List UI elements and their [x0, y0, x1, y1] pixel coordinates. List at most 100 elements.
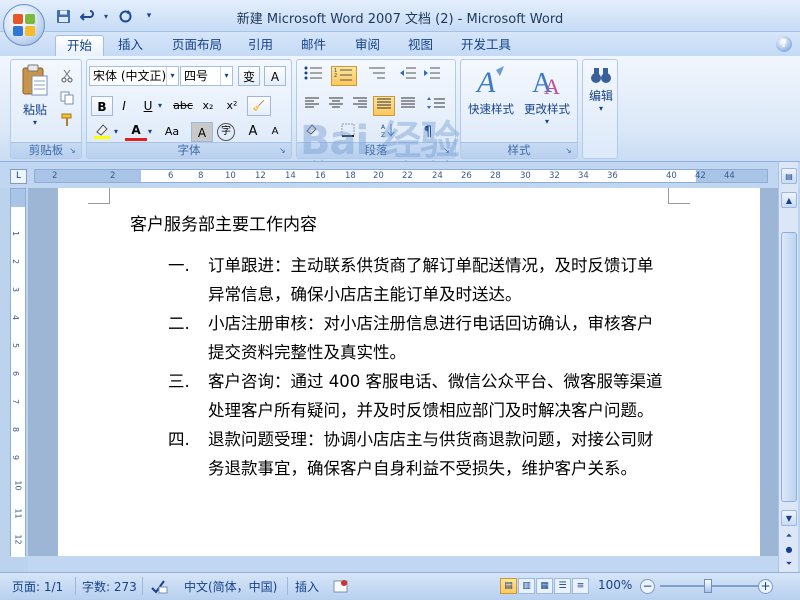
cut-icon[interactable]	[57, 66, 77, 86]
ruler-number: 6	[168, 171, 174, 181]
outline-view-icon[interactable]: ☰	[554, 578, 571, 594]
macro-recording-icon[interactable]	[333, 578, 349, 597]
v-ruler-number: 1	[11, 230, 21, 237]
list-item[interactable]: 一. 订单跟进：主动联系供货商了解订单配送情况，及时反馈订单异常信息，确保小店店…	[168, 251, 668, 309]
change-styles-button[interactable]: A A 更改样式 ▾	[519, 64, 575, 126]
v-ruler-number: 10	[13, 480, 23, 491]
help-icon[interactable]: ?	[776, 36, 792, 52]
status-separator	[142, 577, 143, 595]
change-styles-dropdown-icon: ▾	[544, 117, 549, 126]
italic-button[interactable]: I	[113, 96, 135, 116]
styles-group-label: 样式	[461, 142, 577, 158]
zoom-out-icon[interactable]: −	[640, 579, 655, 594]
list-text: 客户咨询：通过 400 客服电话、微信公众平台、微客服等渠道处理客户所有疑问，并…	[208, 372, 663, 420]
full-screen-reading-view-icon[interactable]: ▥	[518, 578, 535, 594]
grow-font-button[interactable]: A	[242, 122, 264, 142]
styles-launcher-icon[interactable]: ↘	[565, 146, 575, 156]
tab-selector[interactable]: L	[10, 169, 27, 184]
zoom-in-icon[interactable]: +	[758, 579, 773, 594]
numbering-icon[interactable]: 12	[331, 66, 357, 86]
status-bar: 页面: 1/1 字数: 273 中文(简体，中国) 插入 ▤ ▥ ▦ ☰ ≡ 1…	[0, 572, 800, 600]
zoom-slider-thumb[interactable]	[704, 579, 712, 593]
svg-text:A: A	[475, 66, 496, 98]
tab-page-layout[interactable]: 页面布局	[161, 35, 233, 56]
draft-view-icon[interactable]: ≡	[572, 578, 589, 594]
list-item[interactable]: 二. 小店注册审核：对小店注册信息进行电话回访确认，审核客户提交资料完整性及真实…	[168, 309, 668, 367]
highlight-icon[interactable]	[91, 122, 113, 142]
ruler-number: 20	[373, 171, 384, 181]
ruler-number: 32	[549, 171, 560, 181]
bullets-icon[interactable]	[301, 66, 327, 86]
decrease-indent-icon[interactable]	[397, 66, 419, 86]
list-item[interactable]: 三. 客户咨询：通过 400 客服电话、微信公众平台、微客服等渠道处理客户所有疑…	[168, 367, 668, 425]
multilevel-list-icon[interactable]	[363, 66, 391, 86]
change-case-button[interactable]: Aa	[159, 122, 185, 142]
char-border-a-button[interactable]: A	[264, 66, 286, 86]
window-title: 新建 Microsoft Word 2007 文档 (2) - Microsof…	[236, 12, 564, 27]
paste-button[interactable]: 粘贴 ▾	[15, 64, 55, 127]
clipboard-group: 粘贴 ▾ 剪贴板 ↘	[10, 59, 82, 159]
quick-styles-button[interactable]: A 快速样式	[465, 64, 517, 117]
scroll-up-icon[interactable]: ▲	[781, 192, 797, 208]
tab-references[interactable]: 引用	[237, 35, 284, 56]
next-page-icon[interactable]: ⏷	[781, 556, 797, 572]
highlight-dropdown-icon[interactable]: ▾	[111, 122, 121, 142]
word-count[interactable]: 字数: 273	[82, 578, 137, 595]
font-name-combo[interactable]: 宋体 (中文正) ▾	[89, 66, 179, 86]
editing-button[interactable]: 编辑 ▾	[585, 66, 617, 113]
document-heading[interactable]: 客户服务部主要工作内容	[130, 210, 317, 235]
bold-button[interactable]: B	[91, 96, 113, 116]
phonetic-guide-button[interactable]: 变	[238, 66, 260, 86]
ruler-toggle-icon[interactable]: ▤	[781, 168, 797, 184]
ribbon-tabs: 开始 插入 页面布局 引用 邮件 审阅 视图 开发工具 ?	[0, 32, 800, 56]
scroll-thumb[interactable]	[781, 232, 797, 502]
increase-indent-icon[interactable]	[421, 66, 443, 86]
tab-insert[interactable]: 插入	[107, 35, 154, 56]
shrink-font-button[interactable]: A	[264, 122, 286, 142]
ruler-number: 28	[490, 171, 501, 181]
copy-icon[interactable]	[57, 88, 77, 108]
web-layout-view-icon[interactable]: ▦	[536, 578, 553, 594]
v-ruler-number: 3	[11, 286, 21, 293]
font-size-combo[interactable]: 四号 ▾	[180, 66, 233, 86]
page-count[interactable]: 页面: 1/1	[12, 578, 63, 595]
tab-developer[interactable]: 开发工具	[450, 35, 522, 56]
vertical-scrollbar[interactable]: ▤ ▲ ▼ ⏶ ● ⏷	[778, 162, 798, 578]
print-layout-view-icon[interactable]: ▤	[500, 578, 517, 594]
v-ruler-number: 5	[11, 342, 21, 349]
scroll-down-icon[interactable]: ▼	[781, 510, 797, 526]
zoom-level[interactable]: 100%	[598, 578, 632, 592]
v-ruler-number: 7	[11, 398, 21, 405]
svg-text:2: 2	[334, 73, 337, 79]
list-item[interactable]: 四. 退款问题受理：协调小店店主与供货商退款问题，对接公司财务退款事宜，确保客户…	[168, 425, 668, 483]
font-size-dropdown-icon[interactable]: ▾	[220, 67, 232, 85]
format-painter-icon[interactable]	[57, 110, 77, 130]
strikethrough-button[interactable]: abc	[169, 96, 197, 116]
font-name-dropdown-icon[interactable]: ▾	[166, 67, 178, 85]
underline-dropdown-icon[interactable]: ▾	[155, 96, 165, 116]
vertical-ruler[interactable]: 1 2 3 4 5 6 7 8 9 10 11 12	[10, 188, 26, 557]
clipboard-launcher-icon[interactable]: ↘	[69, 146, 79, 156]
font-color-dropdown-icon[interactable]: ▾	[145, 122, 155, 142]
document-page[interactable]: 客户服务部主要工作内容 一. 订单跟进：主动联系供货商了解订单配送情况，及时反馈…	[58, 188, 760, 556]
font-color-button[interactable]: A	[125, 122, 147, 141]
clear-formatting-icon[interactable]: 🧹	[247, 96, 271, 116]
status-separator	[75, 577, 76, 595]
tab-review[interactable]: 审阅	[344, 35, 391, 56]
insert-mode[interactable]: 插入	[295, 578, 319, 595]
char-shading-button[interactable]: A	[191, 122, 213, 142]
superscript-button[interactable]: x²	[221, 96, 243, 116]
tab-view[interactable]: 视图	[397, 35, 444, 56]
tab-home[interactable]: 开始	[55, 35, 105, 56]
office-button[interactable]	[3, 4, 45, 46]
tab-mailings[interactable]: 邮件	[290, 35, 337, 56]
binoculars-icon	[591, 68, 611, 83]
styles-group: A 快速样式 A A 更改样式 ▾ 样式 ↘	[460, 59, 578, 159]
language-indicator[interactable]: 中文(简体，中国)	[184, 578, 277, 595]
v-ruler-number: 12	[13, 534, 23, 545]
horizontal-ruler[interactable]: 2 2 6 8 10 12 14 16 18 20 22 24 26 28 30…	[34, 169, 768, 183]
enclose-characters-button[interactable]: 字	[217, 123, 235, 141]
proofing-icon[interactable]	[150, 578, 168, 597]
subscript-button[interactable]: x₂	[197, 96, 219, 116]
font-launcher-icon[interactable]: ↘	[279, 146, 289, 156]
